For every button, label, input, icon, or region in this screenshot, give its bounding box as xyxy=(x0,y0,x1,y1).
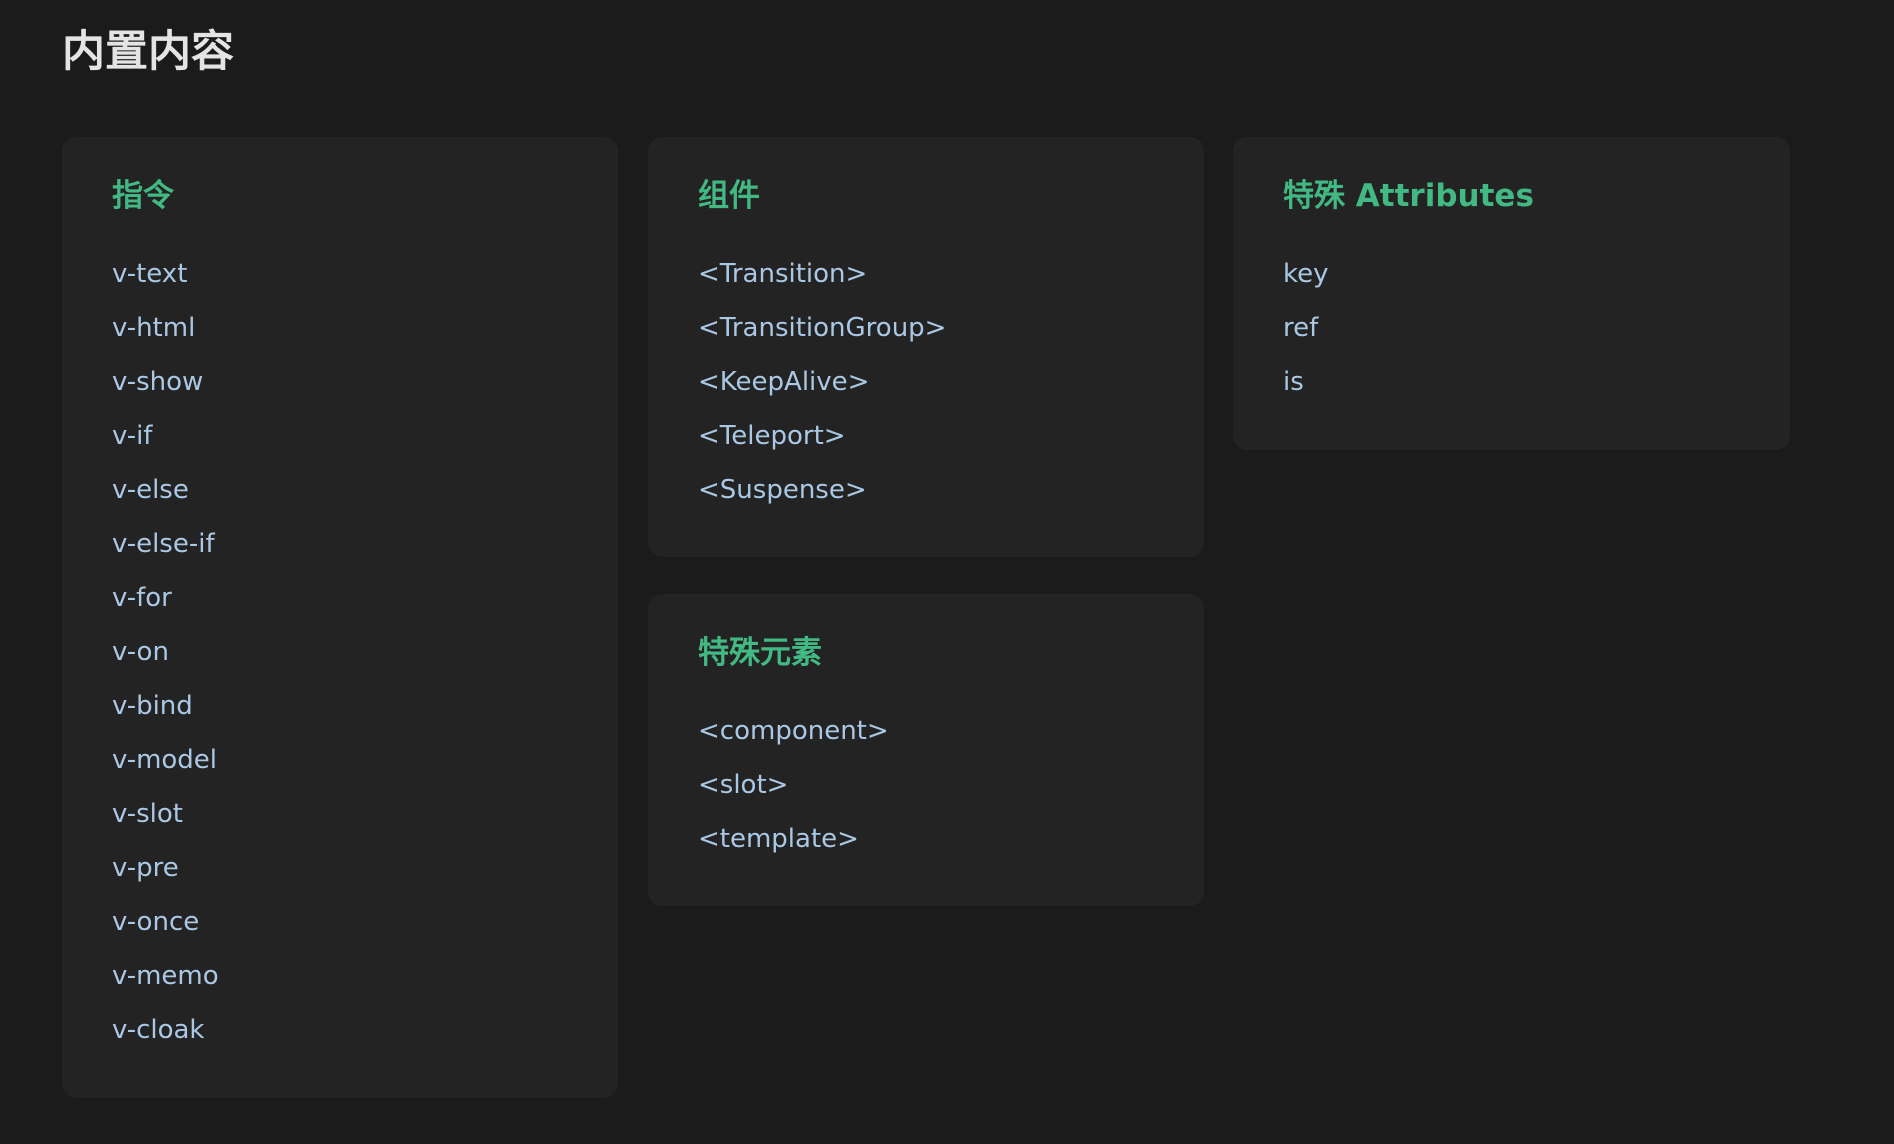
component-link-keep-alive[interactable]: <KeepAlive> xyxy=(698,355,1154,409)
directive-link-v-if[interactable]: v-if xyxy=(112,409,568,463)
special-element-link-component[interactable]: <component> xyxy=(698,704,1154,758)
component-link-suspense[interactable]: <Suspense> xyxy=(698,463,1154,517)
special-elements-card: 特殊元素 <component> <slot> <template> xyxy=(648,594,1204,906)
directive-link-v-for[interactable]: v-for xyxy=(112,571,568,625)
directive-link-v-slot[interactable]: v-slot xyxy=(112,787,568,841)
directive-link-v-show[interactable]: v-show xyxy=(112,355,568,409)
directive-link-v-else-if[interactable]: v-else-if xyxy=(112,517,568,571)
components-title: 组件 xyxy=(698,178,760,214)
component-link-transition[interactable]: <Transition> xyxy=(698,247,1154,301)
directives-list: v-text v-html v-show v-if v-else v-else-… xyxy=(112,217,568,1057)
special-attributes-title: 特殊 Attributes xyxy=(1283,178,1534,214)
directive-link-v-on[interactable]: v-on xyxy=(112,625,568,679)
special-elements-title: 特殊元素 xyxy=(698,635,822,671)
components-card: 组件 <Transition> <TransitionGroup> <KeepA… xyxy=(648,137,1204,557)
special-element-link-template[interactable]: <template> xyxy=(698,812,1154,866)
directive-link-v-bind[interactable]: v-bind xyxy=(112,679,568,733)
directive-link-v-text[interactable]: v-text xyxy=(112,247,568,301)
special-attributes-card: 特殊 Attributes key ref is xyxy=(1233,137,1790,450)
directive-link-v-pre[interactable]: v-pre xyxy=(112,841,568,895)
directives-title: 指令 xyxy=(112,178,174,214)
page-title: 内置内容 xyxy=(62,27,234,77)
components-list: <Transition> <TransitionGroup> <KeepAliv… xyxy=(698,217,1154,517)
component-link-transition-group[interactable]: <TransitionGroup> xyxy=(698,301,1154,355)
special-elements-list: <component> <slot> <template> xyxy=(698,674,1154,866)
directive-link-v-cloak[interactable]: v-cloak xyxy=(112,1003,568,1057)
special-attribute-link-ref[interactable]: ref xyxy=(1283,301,1740,355)
directive-link-v-model[interactable]: v-model xyxy=(112,733,568,787)
directive-link-v-else[interactable]: v-else xyxy=(112,463,568,517)
directive-link-v-once[interactable]: v-once xyxy=(112,895,568,949)
special-attribute-link-key[interactable]: key xyxy=(1283,247,1740,301)
directive-link-v-html[interactable]: v-html xyxy=(112,301,568,355)
component-link-teleport[interactable]: <Teleport> xyxy=(698,409,1154,463)
special-attribute-link-is[interactable]: is xyxy=(1283,355,1740,409)
directive-link-v-memo[interactable]: v-memo xyxy=(112,949,568,1003)
special-attributes-list: key ref is xyxy=(1283,217,1740,409)
special-element-link-slot[interactable]: <slot> xyxy=(698,758,1154,812)
directives-card: 指令 v-text v-html v-show v-if v-else v-el… xyxy=(62,137,618,1098)
